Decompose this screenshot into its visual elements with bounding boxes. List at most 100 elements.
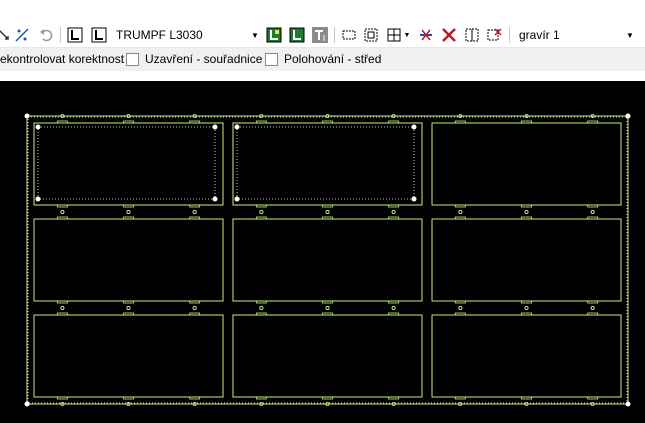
red-x-icon [487, 28, 502, 41]
grid-button[interactable] [386, 27, 402, 43]
part-contour [33, 122, 224, 206]
part-tab [123, 120, 134, 124]
part-contour [232, 314, 423, 398]
joint-marker [259, 305, 264, 310]
positioning-center-checkbox[interactable] [265, 52, 278, 66]
part-tab [454, 300, 466, 304]
joint-marker [590, 209, 595, 214]
positioning-center-label: Polohování - střed [284, 52, 382, 66]
part-tab [521, 312, 532, 316]
part-tab [454, 204, 466, 208]
chevron-down-icon: ▼ [403, 31, 411, 39]
frame-button[interactable] [363, 27, 379, 43]
part-tab [521, 204, 532, 208]
part-tab [454, 120, 466, 124]
closing-coordinates-checkbox[interactable] [126, 52, 139, 66]
part-tab [587, 216, 599, 220]
part-tab [123, 300, 134, 304]
joint-marker [458, 209, 463, 214]
corner-left-button[interactable] [67, 27, 83, 43]
part-tab [189, 204, 201, 208]
selection-handle [212, 124, 218, 130]
check-correctness-label: ekontrolovat korektnost [0, 52, 125, 66]
chevron-down-icon: ▼ [251, 30, 259, 40]
selection-handle [411, 124, 417, 130]
part-tab [56, 396, 68, 400]
corner-right-button[interactable] [91, 27, 107, 43]
rect-dots-icon [342, 30, 356, 40]
part-tab [123, 216, 134, 220]
selection-handle [234, 124, 240, 130]
selection-handle [411, 196, 417, 202]
machine-select-value: TRUMPF L3030 [116, 28, 203, 42]
snap-tool-button[interactable] [14, 27, 30, 43]
sheet-outline [26, 115, 629, 405]
snap-tool-icon [15, 28, 29, 42]
title-strip [0, 0, 645, 24]
part-contour [232, 122, 423, 206]
layer-select-value: gravír 1 [519, 28, 560, 42]
part-tab [521, 396, 532, 400]
positioning-center-option[interactable]: Polohování - střed [265, 52, 381, 66]
selection-handle [35, 124, 41, 130]
node-tool-button[interactable] [0, 27, 12, 43]
part-tab [123, 312, 134, 316]
part-tab [189, 120, 201, 124]
red-x-button[interactable] [486, 27, 502, 43]
machine-select[interactable]: TRUMPF L3030 ▼ [112, 26, 260, 44]
part-contour [33, 218, 224, 302]
undo-button[interactable] [38, 27, 54, 43]
canvas-top-margin [0, 71, 645, 81]
part-tab [322, 216, 333, 220]
split-button[interactable] [418, 27, 434, 43]
sheet-corner-handle [625, 401, 631, 407]
part-tab [189, 300, 201, 304]
closing-coordinates-option[interactable]: Uzavření - souřadnice [126, 52, 262, 66]
joint-marker [259, 209, 264, 214]
part-tab [322, 312, 333, 316]
part-tab [388, 204, 400, 208]
node-tool-icon [0, 29, 9, 40]
sheet-corner-handle [24, 401, 30, 407]
check-correctness-option[interactable]: ekontrolovat korektnost [0, 52, 124, 66]
part-tab [521, 120, 532, 124]
part-tab [388, 216, 400, 220]
joint-marker [192, 305, 197, 310]
frame-icon [364, 28, 378, 42]
part-tab [255, 204, 267, 208]
delete-x-button[interactable] [441, 27, 457, 43]
drawing-canvas[interactable] [0, 81, 645, 423]
part-tab [388, 120, 400, 124]
part-tab [322, 120, 333, 124]
part-tab [454, 216, 466, 220]
rect-dots-button[interactable] [341, 27, 357, 43]
joint-marker [60, 305, 65, 310]
part-tab [388, 396, 400, 400]
part-tab [587, 300, 599, 304]
text-tool-icon [312, 27, 328, 43]
part-tab [123, 204, 134, 208]
part-tab [255, 396, 267, 400]
joint-marker [524, 209, 529, 214]
toolbar-separator [334, 27, 335, 43]
bridge-outline-button[interactable] [289, 27, 305, 43]
joint-marker [126, 209, 131, 214]
part-tab [322, 204, 333, 208]
array-button[interactable] [464, 27, 480, 43]
part-tab [189, 216, 201, 220]
part-tab [255, 120, 267, 124]
selection-handle [234, 196, 240, 202]
part-selection [236, 126, 415, 200]
bridge-green-button[interactable] [266, 27, 282, 43]
text-tool-button[interactable] [312, 27, 328, 43]
part-tab [587, 120, 599, 124]
part-selection [37, 126, 216, 200]
grid-dropdown[interactable]: ▼ [402, 27, 412, 43]
selection-handle [35, 196, 41, 202]
part-tab [454, 312, 466, 316]
layer-select[interactable]: gravír 1 ▼ [515, 26, 635, 44]
toolbar-separator [509, 27, 510, 43]
part-tab [189, 312, 201, 316]
part-tab [56, 204, 68, 208]
part-contour [33, 314, 224, 398]
